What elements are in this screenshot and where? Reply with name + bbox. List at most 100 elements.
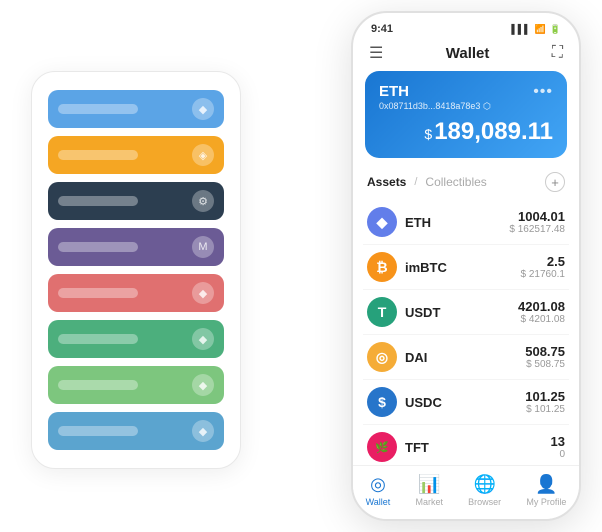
card-stack-row-2[interactable]: ⚙ <box>48 182 224 220</box>
assets-header: Assets / Collectibles + <box>353 168 579 200</box>
card-row-label <box>58 288 138 298</box>
market-tab-label: Market <box>415 497 443 507</box>
asset-name-tft: TFT <box>405 440 551 455</box>
card-stack-row-0[interactable]: ◆ <box>48 90 224 128</box>
card-stack-row-7[interactable]: ◆ <box>48 412 224 450</box>
wallet-token-name: ETH <box>379 83 491 100</box>
asset-name-imbtc: imBTC <box>405 260 521 275</box>
dai-icon: ◎ <box>367 342 397 372</box>
page-title: Wallet <box>446 45 490 62</box>
card-row-icon: ◆ <box>192 328 214 350</box>
wifi-icon: 📶 <box>535 24 546 35</box>
usdc-amount: 101.25 <box>525 389 565 404</box>
asset-name-eth: ETH <box>405 215 509 230</box>
card-stack-row-5[interactable]: ◆ <box>48 320 224 358</box>
usdc-usd: $ 101.25 <box>525 404 565 415</box>
asset-row-tft[interactable]: 🌿 TFT 13 0 <box>363 425 569 465</box>
asset-amounts-imbtc: 2.5 $ 21760.1 <box>521 254 566 280</box>
expand-icon[interactable]: ⛶ <box>552 44 563 62</box>
card-row-label <box>58 104 138 114</box>
usdt-usd: $ 4201.08 <box>518 314 565 325</box>
card-stack-row-1[interactable]: ◈ <box>48 136 224 174</box>
asset-name-dai: DAI <box>405 350 525 365</box>
add-asset-button[interactable]: + <box>545 172 565 192</box>
browser-tab-icon: 🌐 <box>473 474 495 495</box>
dai-usd: $ 508.75 <box>525 359 565 370</box>
nav-bar: ☰ Wallet ⛶ <box>353 39 579 71</box>
card-row-icon: M <box>192 236 214 258</box>
tab-market[interactable]: 📊 Market <box>415 474 443 507</box>
wallet-dollar-symbol: $ <box>424 126 432 142</box>
phone-frame: 9:41 ▌▌▌ 📶 🔋 ☰ Wallet ⛶ ETH 0x08711d3b..… <box>351 11 581 521</box>
card-row-label <box>58 426 138 436</box>
signal-icon: ▌▌▌ <box>511 24 530 34</box>
wallet-balance: $189,089.11 <box>379 118 553 146</box>
add-icon: + <box>551 175 559 190</box>
scene: ◆ ◈ ⚙ M ◆ ◆ ◆ ◆ <box>21 11 581 521</box>
tft-amount: 13 <box>551 434 565 449</box>
card-row-icon: ⚙ <box>192 190 214 212</box>
asset-amounts-usdt: 4201.08 $ 4201.08 <box>518 299 565 325</box>
asset-amounts-dai: 508.75 $ 508.75 <box>525 344 565 370</box>
wallet-card-top: ETH 0x08711d3b...8418a78e3 ⬡ ••• <box>379 83 553 112</box>
asset-name-usdc: USDC <box>405 395 525 410</box>
card-stack-row-3[interactable]: M <box>48 228 224 266</box>
card-row-label <box>58 242 138 252</box>
tab-bar: ◎ Wallet 📊 Market 🌐 Browser 👤 My Profile <box>353 465 579 519</box>
dai-amount: 508.75 <box>525 344 565 359</box>
tab-collectibles[interactable]: Collectibles <box>425 175 486 189</box>
card-row-icon: ◈ <box>192 144 214 166</box>
card-row-icon: ◆ <box>192 420 214 442</box>
tft-icon: 🌿 <box>367 432 397 462</box>
tft-usd: 0 <box>551 449 565 460</box>
tab-wallet[interactable]: ◎ Wallet <box>366 474 391 507</box>
asset-amounts-eth: 1004.01 $ 162517.48 <box>509 209 565 235</box>
imbtc-amount: 2.5 <box>521 254 566 269</box>
profile-tab-label: My Profile <box>526 497 566 507</box>
card-row-label <box>58 334 138 344</box>
card-row-label <box>58 380 138 390</box>
market-tab-icon: 📊 <box>418 474 440 495</box>
asset-list: ◆ ETH 1004.01 $ 162517.48 ₿ imBTC 2.5 $ … <box>353 200 579 465</box>
card-row-icon: ◆ <box>192 282 214 304</box>
usdc-icon: $ <box>367 387 397 417</box>
card-stack-row-6[interactable]: ◆ <box>48 366 224 404</box>
wallet-tab-icon: ◎ <box>370 474 386 495</box>
card-stack-row-4[interactable]: ◆ <box>48 274 224 312</box>
menu-icon[interactable]: ☰ <box>369 43 383 63</box>
wallet-more-icon[interactable]: ••• <box>533 83 553 101</box>
tab-profile[interactable]: 👤 My Profile <box>526 474 566 507</box>
asset-name-usdt: USDT <box>405 305 518 320</box>
imbtc-usd: $ 21760.1 <box>521 269 566 280</box>
tab-assets[interactable]: Assets <box>367 175 406 189</box>
asset-row-imbtc[interactable]: ₿ imBTC 2.5 $ 21760.1 <box>363 245 569 290</box>
asset-amounts-tft: 13 0 <box>551 434 565 460</box>
card-row-label <box>58 150 138 160</box>
card-row-label <box>58 196 138 206</box>
wallet-card[interactable]: ETH 0x08711d3b...8418a78e3 ⬡ ••• $189,08… <box>365 71 567 158</box>
wallet-address: 0x08711d3b...8418a78e3 ⬡ <box>379 101 491 112</box>
browser-tab-label: Browser <box>468 497 501 507</box>
tab-browser[interactable]: 🌐 Browser <box>468 474 501 507</box>
card-row-icon: ◆ <box>192 98 214 120</box>
imbtc-icon: ₿ <box>367 252 397 282</box>
eth-amount: 1004.01 <box>509 209 565 224</box>
usdt-amount: 4201.08 <box>518 299 565 314</box>
profile-tab-icon: 👤 <box>535 474 557 495</box>
asset-row-eth[interactable]: ◆ ETH 1004.01 $ 162517.48 <box>363 200 569 245</box>
usdt-icon: T <box>367 297 397 327</box>
asset-row-usdt[interactable]: T USDT 4201.08 $ 4201.08 <box>363 290 569 335</box>
status-icons: ▌▌▌ 📶 🔋 <box>511 24 561 35</box>
asset-amounts-usdc: 101.25 $ 101.25 <box>525 389 565 415</box>
eth-icon: ◆ <box>367 207 397 237</box>
asset-row-dai[interactable]: ◎ DAI 508.75 $ 508.75 <box>363 335 569 380</box>
card-stack: ◆ ◈ ⚙ M ◆ ◆ ◆ ◆ <box>31 71 241 469</box>
battery-icon: 🔋 <box>550 24 561 35</box>
status-time: 9:41 <box>371 23 393 35</box>
card-row-icon: ◆ <box>192 374 214 396</box>
assets-tab-separator: / <box>414 176 417 188</box>
assets-tabs: Assets / Collectibles <box>367 175 487 189</box>
wallet-tab-label: Wallet <box>366 497 391 507</box>
eth-usd: $ 162517.48 <box>509 224 565 235</box>
asset-row-usdc[interactable]: $ USDC 101.25 $ 101.25 <box>363 380 569 425</box>
